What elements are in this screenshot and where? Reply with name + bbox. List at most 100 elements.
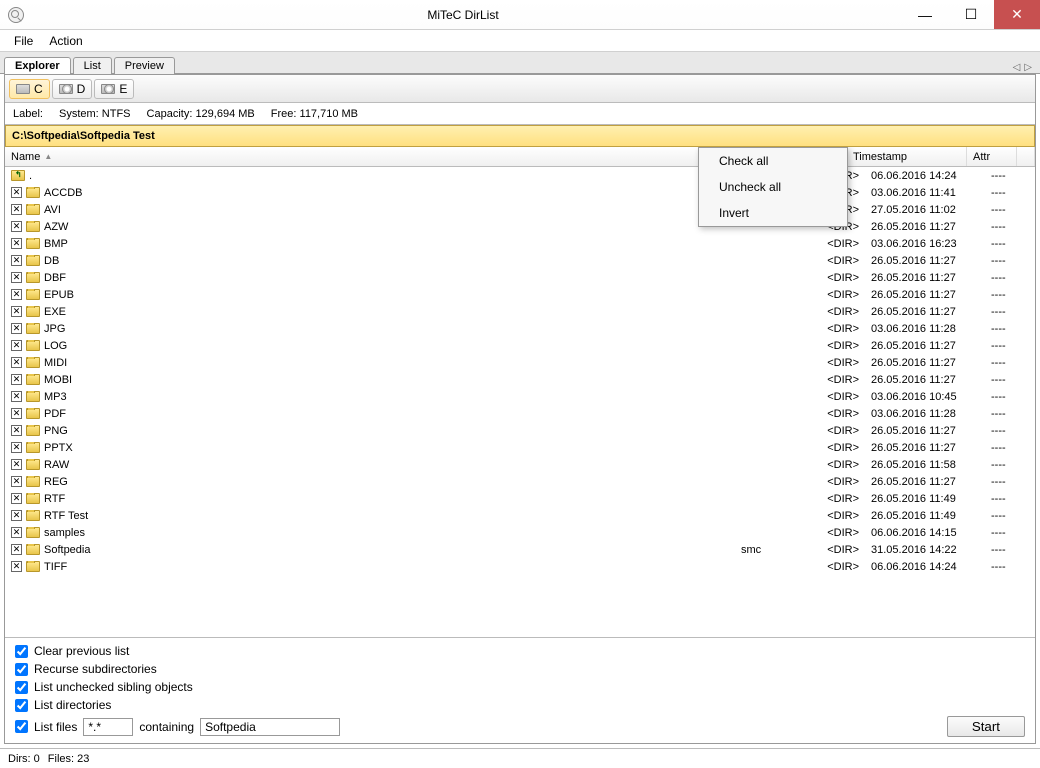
opt-recurse[interactable]: Recurse subdirectories [15, 662, 1025, 676]
window-titlebar: MiTeC DirList — ☐ ✕ [0, 0, 1040, 30]
folder-row[interactable]: ✕LOG<DIR>26.05.2016 11:27---- [5, 337, 1035, 354]
folder-row[interactable]: ✕MP3<DIR>03.06.2016 10:45---- [5, 388, 1035, 405]
folder-row[interactable]: ✕MIDI<DIR>26.05.2016 11:27---- [5, 354, 1035, 371]
tab-list[interactable]: List [73, 57, 112, 74]
row-checkbox[interactable]: ✕ [11, 340, 22, 351]
row-timestamp: 26.05.2016 11:27 [865, 357, 985, 369]
folder-row[interactable]: ✕REG<DIR>26.05.2016 11:27---- [5, 473, 1035, 490]
maximize-button[interactable]: ☐ [948, 0, 994, 29]
folder-row[interactable]: ✕RTF Test<DIR>26.05.2016 11:49---- [5, 507, 1035, 524]
folder-row[interactable]: ✕JPG<DIR>03.06.2016 11:28---- [5, 320, 1035, 337]
status-dirs: Dirs: 0 [8, 753, 40, 765]
opt-list-unchecked-checkbox[interactable] [15, 681, 28, 694]
opt-list-dirs[interactable]: List directories [15, 698, 1025, 712]
folder-row[interactable]: ✕AZW<DIR>26.05.2016 11:27---- [5, 218, 1035, 235]
row-checkbox[interactable]: ✕ [11, 306, 22, 317]
row-checkbox[interactable]: ✕ [11, 510, 22, 521]
tab-explorer[interactable]: Explorer [4, 57, 71, 74]
drive-letter: D [77, 82, 86, 96]
opt-clear-previous-checkbox[interactable] [15, 645, 28, 658]
folder-row[interactable]: ✕PNG<DIR>26.05.2016 11:27---- [5, 422, 1035, 439]
folder-row[interactable]: ✕Softpediasmc<DIR>31.05.2016 14:22---- [5, 541, 1035, 558]
folder-icon [26, 527, 40, 538]
row-checkbox[interactable]: ✕ [11, 323, 22, 334]
tab-preview[interactable]: Preview [114, 57, 175, 74]
containing-input[interactable] [200, 718, 340, 736]
menu-action[interactable]: Action [41, 32, 90, 50]
row-checkbox[interactable]: ✕ [11, 272, 22, 283]
close-button[interactable]: ✕ [994, 0, 1040, 29]
opt-list-unchecked[interactable]: List unchecked sibling objects [15, 680, 1025, 694]
list-body[interactable]: .<DIR>06.06.2016 14:24----✕ACCDB<DIR>03.… [5, 167, 1035, 637]
row-attr: ---- [985, 442, 1035, 454]
folder-row[interactable]: ✕TIFF<DIR>06.06.2016 14:24---- [5, 558, 1035, 575]
context-check-all[interactable]: Check all [699, 148, 847, 174]
path-bar[interactable]: C:\Softpedia\Softpedia Test [5, 125, 1035, 147]
window-controls: — ☐ ✕ [902, 0, 1040, 29]
row-checkbox[interactable]: ✕ [11, 255, 22, 266]
column-name[interactable]: Name▲ [5, 147, 717, 166]
folder-row[interactable]: ✕EPUB<DIR>26.05.2016 11:27---- [5, 286, 1035, 303]
row-checkbox[interactable]: ✕ [11, 238, 22, 249]
status-files: Files: 23 [48, 753, 90, 765]
row-size: <DIR> [795, 340, 865, 352]
row-checkbox[interactable]: ✕ [11, 221, 22, 232]
menu-file[interactable]: File [6, 32, 41, 50]
row-attr: ---- [985, 323, 1035, 335]
row-checkbox[interactable]: ✕ [11, 561, 22, 572]
folder-row[interactable]: ✕BMP<DIR>03.06.2016 16:23---- [5, 235, 1035, 252]
row-checkbox[interactable]: ✕ [11, 527, 22, 538]
row-checkbox[interactable]: ✕ [11, 374, 22, 385]
row-name: DB [44, 255, 59, 267]
list-header: Name▲ Ext Size Timestamp Attr [5, 147, 1035, 167]
column-attr[interactable]: Attr [967, 147, 1017, 166]
row-checkbox[interactable]: ✕ [11, 476, 22, 487]
opt-list-files-checkbox[interactable] [15, 720, 28, 733]
tab-scroll-left-icon[interactable]: ◁ [1013, 62, 1021, 73]
file-mask-input[interactable] [83, 718, 133, 736]
row-attr: ---- [985, 425, 1035, 437]
context-uncheck-all[interactable]: Uncheck all [699, 174, 847, 200]
column-timestamp[interactable]: Timestamp [847, 147, 967, 166]
drive-d-button[interactable]: D [52, 79, 93, 99]
folder-row[interactable]: ✕MOBI<DIR>26.05.2016 11:27---- [5, 371, 1035, 388]
row-checkbox[interactable]: ✕ [11, 391, 22, 402]
minimize-button[interactable]: — [902, 0, 948, 29]
folder-row[interactable]: ✕DB<DIR>26.05.2016 11:27---- [5, 252, 1035, 269]
folder-row[interactable]: ✕PDF<DIR>03.06.2016 11:28---- [5, 405, 1035, 422]
row-size: <DIR> [795, 238, 865, 250]
folder-row[interactable]: ✕DBF<DIR>26.05.2016 11:27---- [5, 269, 1035, 286]
row-checkbox[interactable]: ✕ [11, 187, 22, 198]
row-timestamp: 06.06.2016 14:24 [865, 561, 985, 573]
folder-row[interactable]: ✕EXE<DIR>26.05.2016 11:27---- [5, 303, 1035, 320]
opt-clear-previous[interactable]: Clear previous list [15, 644, 1025, 658]
drive-e-button[interactable]: E [94, 79, 134, 99]
row-checkbox[interactable]: ✕ [11, 544, 22, 555]
parent-dir-row[interactable]: .<DIR>06.06.2016 14:24---- [5, 167, 1035, 184]
row-checkbox[interactable]: ✕ [11, 289, 22, 300]
row-size: <DIR> [795, 493, 865, 505]
folder-row[interactable]: ✕samples<DIR>06.06.2016 14:15---- [5, 524, 1035, 541]
info-system: System: NTFS [59, 108, 131, 120]
row-checkbox[interactable]: ✕ [11, 442, 22, 453]
opt-list-dirs-checkbox[interactable] [15, 699, 28, 712]
row-checkbox[interactable]: ✕ [11, 408, 22, 419]
folder-row[interactable]: ✕AVI<DIR>27.05.2016 11:02---- [5, 201, 1035, 218]
context-invert[interactable]: Invert [699, 200, 847, 226]
folder-row[interactable]: ✕RTF<DIR>26.05.2016 11:49---- [5, 490, 1035, 507]
tab-scroll-right-icon[interactable]: ▷ [1024, 62, 1032, 73]
row-size: <DIR> [795, 476, 865, 488]
opt-list-files[interactable]: List files [15, 720, 77, 734]
row-checkbox[interactable]: ✕ [11, 357, 22, 368]
row-checkbox[interactable]: ✕ [11, 425, 22, 436]
row-checkbox[interactable]: ✕ [11, 459, 22, 470]
row-checkbox[interactable]: ✕ [11, 493, 22, 504]
folder-row[interactable]: ✕RAW<DIR>26.05.2016 11:58---- [5, 456, 1035, 473]
opt-recurse-checkbox[interactable] [15, 663, 28, 676]
drive-c-button[interactable]: C [9, 79, 50, 99]
row-checkbox[interactable]: ✕ [11, 204, 22, 215]
start-button[interactable]: Start [947, 716, 1025, 737]
folder-row[interactable]: ✕ACCDB<DIR>03.06.2016 11:41---- [5, 184, 1035, 201]
menu-bar: File Action [0, 30, 1040, 52]
folder-row[interactable]: ✕PPTX<DIR>26.05.2016 11:27---- [5, 439, 1035, 456]
